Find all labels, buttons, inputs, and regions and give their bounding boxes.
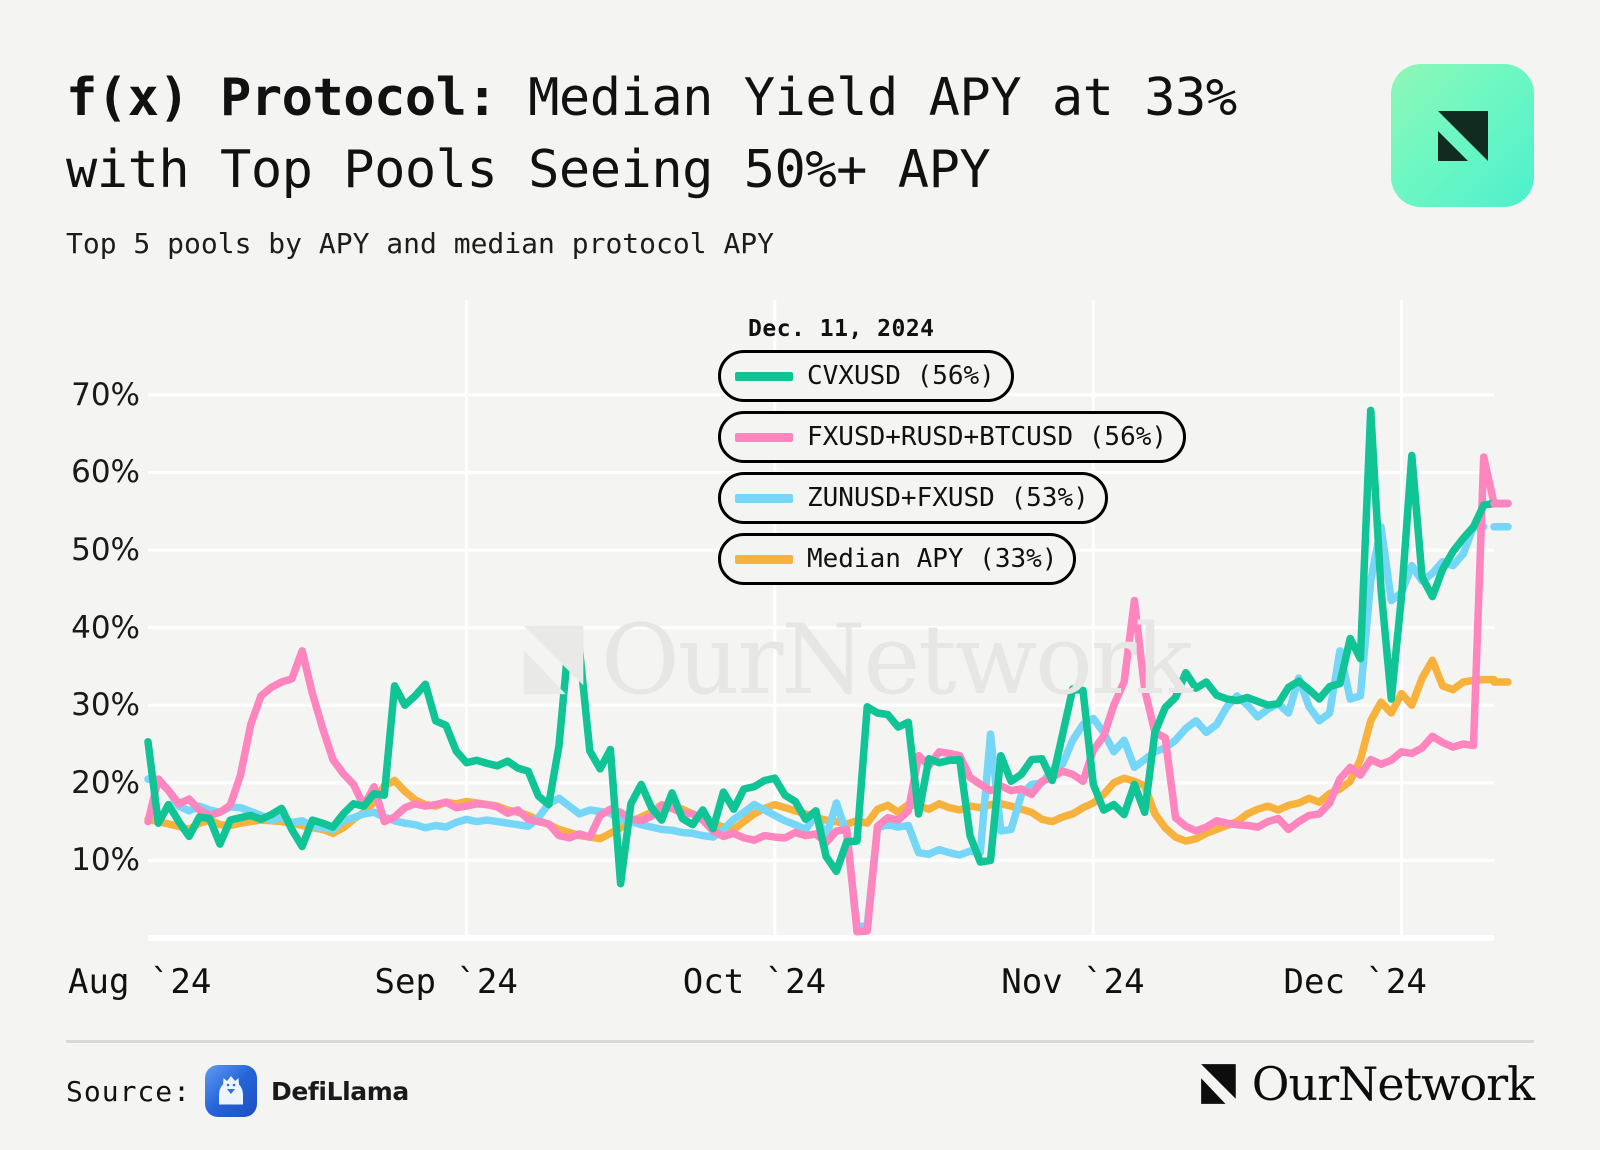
chart-page: f(x) Protocol: Median Yield APY at 33% w… xyxy=(0,0,1600,1150)
defillama-logo-icon xyxy=(205,1065,258,1117)
page-subtitle: Top 5 pools by APY and median protocol A… xyxy=(66,227,775,260)
y-tick-label: 10% xyxy=(71,842,140,879)
ournetwork-wordmark: OurNetwork xyxy=(1251,1057,1535,1111)
watermark: OurNetwork xyxy=(515,604,1193,716)
source-attribution: Source: DefiLlama xyxy=(66,1065,409,1117)
footer: Source: DefiLlama OurNetwork xyxy=(66,1040,1535,1143)
y-tick-label: 30% xyxy=(71,687,140,724)
legend-item[interactable]: ZUNUSD+FXUSD (53%) xyxy=(718,472,1108,524)
ournetwork-footer-logo: OurNetwork xyxy=(1196,1057,1535,1111)
x-tick-label: Dec `24 xyxy=(1283,962,1427,1002)
x-tick-label: Sep `24 xyxy=(374,962,518,1002)
ournetwork-n-icon xyxy=(1200,1064,1236,1104)
legend-color-swatch xyxy=(735,493,793,503)
source-name: DefiLlama xyxy=(271,1076,409,1106)
y-tick-label: 70% xyxy=(71,376,140,413)
x-tick-label: Aug `24 xyxy=(68,962,212,1002)
legend-item-label: FXUSD+RUSD+BTCUSD (56%) xyxy=(807,422,1168,452)
y-tick-label: 60% xyxy=(71,454,140,491)
legend-color-swatch xyxy=(735,554,793,564)
legend-items: CVXUSD (56%) FXUSD+RUSD+BTCUSD (56%) ZUNUS… xyxy=(718,350,1238,589)
x-tick-label: Nov `24 xyxy=(1001,962,1145,1002)
header: f(x) Protocol: Median Yield APY at 33% w… xyxy=(66,62,1316,264)
legend-item-label: CVXUSD (56%) xyxy=(807,361,995,391)
series-line-median-apy xyxy=(144,656,1498,845)
legend-color-swatch xyxy=(735,371,793,381)
watermark-text: OurNetwork xyxy=(601,604,1193,716)
y-tick-label: 20% xyxy=(71,764,140,801)
legend-item-label: Median APY (33%) xyxy=(807,544,1058,574)
legend-item[interactable]: FXUSD+RUSD+BTCUSD (56%) xyxy=(718,411,1187,463)
legend-color-swatch xyxy=(735,432,793,442)
source-label: Source: xyxy=(66,1074,192,1108)
page-title: f(x) Protocol: Median Yield APY at 33% w… xyxy=(66,62,1316,206)
legend-date: Dec. 11, 2024 xyxy=(748,316,935,342)
x-tick-label: Oct `24 xyxy=(682,962,827,1002)
legend-item[interactable]: CVXUSD (56%) xyxy=(718,350,1014,402)
chart-legend: Dec. 11, 2024 CVXUSD (56%) FXUSD+RUSD+BTC… xyxy=(718,316,1238,594)
y-tick-label: 50% xyxy=(71,532,140,569)
title-bold-part: f(x) Protocol: xyxy=(66,68,498,128)
ournetwork-badge-icon xyxy=(1391,64,1534,207)
y-tick-label: 40% xyxy=(71,609,140,646)
legend-item[interactable]: Median APY (33%) xyxy=(718,533,1077,585)
legend-item-label: ZUNUSD+FXUSD (53%) xyxy=(807,483,1089,513)
watermark-n-icon xyxy=(523,625,584,695)
